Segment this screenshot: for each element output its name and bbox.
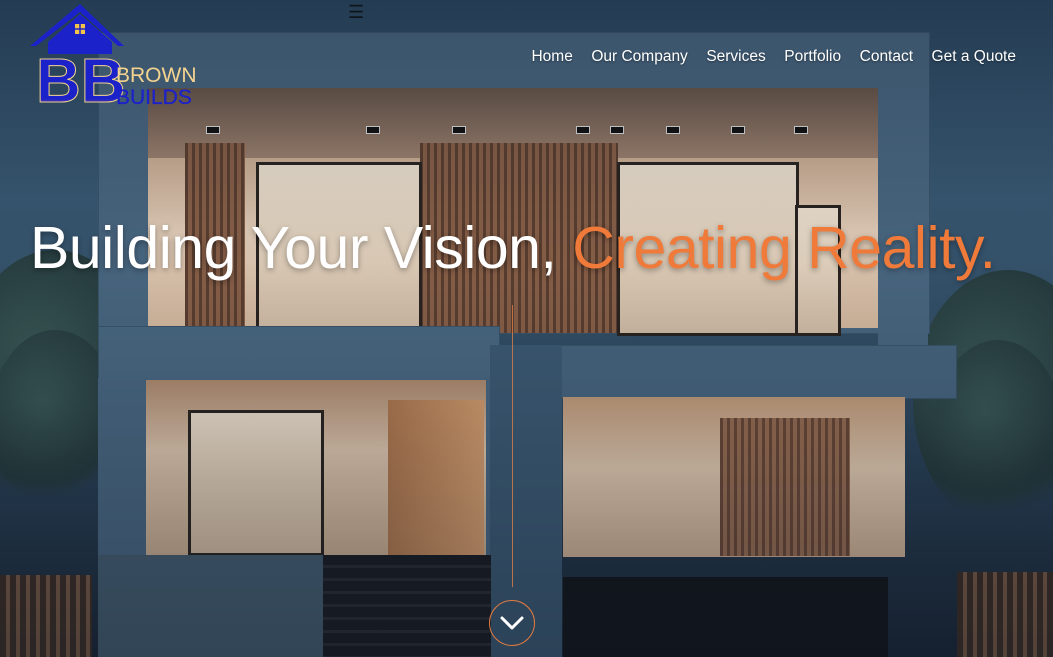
- nav-portfolio[interactable]: Portfolio: [784, 48, 841, 66]
- main-nav: Home Our Company Services Portfolio Cont…: [513, 48, 1016, 66]
- scroll-down-button[interactable]: [489, 600, 535, 646]
- hero-headline-accent: Creating Reality.: [572, 215, 996, 281]
- brand-line2: BUILDS: [116, 86, 192, 109]
- nav-services[interactable]: Services: [706, 48, 765, 66]
- hero-headline: Building Your Vision, Creating Reality.: [30, 214, 996, 282]
- nav-contact[interactable]: Contact: [860, 48, 913, 66]
- brand-line1: BROWN: [116, 64, 197, 87]
- brand-logo[interactable]: BB BROWN BUILDS: [28, 2, 200, 117]
- nav-home[interactable]: Home: [531, 48, 572, 66]
- nav-get-a-quote[interactable]: Get a Quote: [932, 48, 1016, 66]
- chevron-down-icon: [500, 616, 524, 630]
- scroll-guide-line: [512, 305, 513, 587]
- hero-headline-main: Building Your Vision,: [30, 215, 573, 281]
- house-logo-icon: BB BROWN BUILDS: [30, 4, 197, 117]
- nav-our-company[interactable]: Our Company: [591, 48, 687, 66]
- hamburger-menu-icon[interactable]: ☰: [348, 2, 364, 22]
- brand-initials: BB: [36, 47, 126, 112]
